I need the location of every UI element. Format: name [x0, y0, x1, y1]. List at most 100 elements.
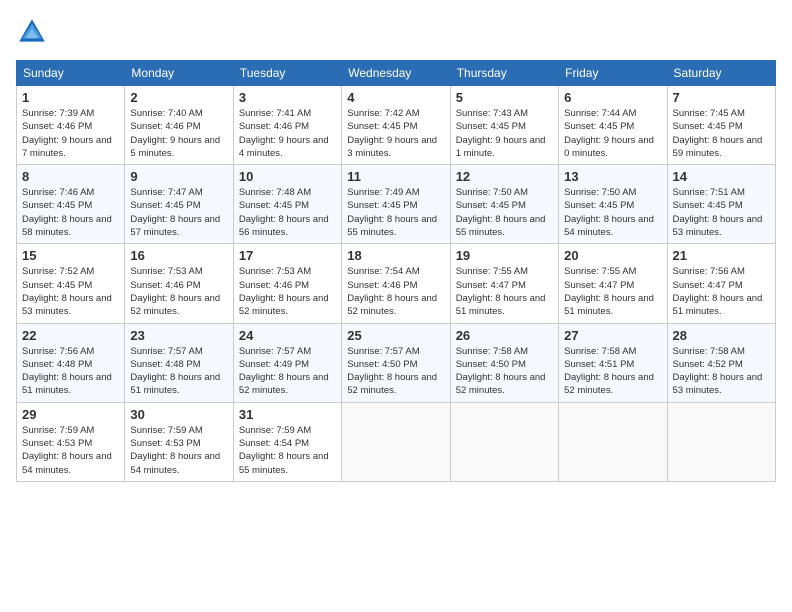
calendar-cell: 5 Sunrise: 7:43 AMSunset: 4:45 PMDayligh…: [450, 86, 558, 165]
day-info: Sunrise: 7:56 AMSunset: 4:48 PMDaylight:…: [22, 346, 112, 397]
calendar-week-2: 8 Sunrise: 7:46 AMSunset: 4:45 PMDayligh…: [17, 165, 776, 244]
calendar-header-wednesday: Wednesday: [342, 61, 450, 86]
calendar-cell: 4 Sunrise: 7:42 AMSunset: 4:45 PMDayligh…: [342, 86, 450, 165]
calendar-cell: [342, 402, 450, 481]
calendar-header-monday: Monday: [125, 61, 233, 86]
day-number: 26: [456, 328, 553, 343]
logo: [16, 16, 52, 48]
day-info: Sunrise: 7:53 AMSunset: 4:46 PMDaylight:…: [239, 266, 329, 317]
day-info: Sunrise: 7:55 AMSunset: 4:47 PMDaylight:…: [564, 266, 654, 317]
day-info: Sunrise: 7:39 AMSunset: 4:46 PMDaylight:…: [22, 108, 112, 159]
page: SundayMondayTuesdayWednesdayThursdayFrid…: [0, 0, 792, 612]
day-info: Sunrise: 7:57 AMSunset: 4:49 PMDaylight:…: [239, 346, 329, 397]
header: [16, 16, 776, 48]
day-info: Sunrise: 7:59 AMSunset: 4:54 PMDaylight:…: [239, 425, 329, 476]
day-info: Sunrise: 7:59 AMSunset: 4:53 PMDaylight:…: [130, 425, 220, 476]
calendar-cell: [559, 402, 667, 481]
day-info: Sunrise: 7:55 AMSunset: 4:47 PMDaylight:…: [456, 266, 546, 317]
calendar-cell: [450, 402, 558, 481]
calendar-cell: 30 Sunrise: 7:59 AMSunset: 4:53 PMDaylig…: [125, 402, 233, 481]
calendar-cell: 21 Sunrise: 7:56 AMSunset: 4:47 PMDaylig…: [667, 244, 775, 323]
calendar-cell: 15 Sunrise: 7:52 AMSunset: 4:45 PMDaylig…: [17, 244, 125, 323]
calendar-cell: 14 Sunrise: 7:51 AMSunset: 4:45 PMDaylig…: [667, 165, 775, 244]
calendar-cell: 13 Sunrise: 7:50 AMSunset: 4:45 PMDaylig…: [559, 165, 667, 244]
day-info: Sunrise: 7:41 AMSunset: 4:46 PMDaylight:…: [239, 108, 329, 159]
calendar-header-thursday: Thursday: [450, 61, 558, 86]
calendar-cell: 20 Sunrise: 7:55 AMSunset: 4:47 PMDaylig…: [559, 244, 667, 323]
day-number: 2: [130, 90, 227, 105]
day-info: Sunrise: 7:57 AMSunset: 4:50 PMDaylight:…: [347, 346, 437, 397]
calendar-cell: 9 Sunrise: 7:47 AMSunset: 4:45 PMDayligh…: [125, 165, 233, 244]
calendar-cell: 19 Sunrise: 7:55 AMSunset: 4:47 PMDaylig…: [450, 244, 558, 323]
calendar-cell: 31 Sunrise: 7:59 AMSunset: 4:54 PMDaylig…: [233, 402, 341, 481]
calendar-week-3: 15 Sunrise: 7:52 AMSunset: 4:45 PMDaylig…: [17, 244, 776, 323]
day-info: Sunrise: 7:51 AMSunset: 4:45 PMDaylight:…: [673, 187, 763, 238]
calendar-cell: 28 Sunrise: 7:58 AMSunset: 4:52 PMDaylig…: [667, 323, 775, 402]
calendar-cell: 10 Sunrise: 7:48 AMSunset: 4:45 PMDaylig…: [233, 165, 341, 244]
day-number: 5: [456, 90, 553, 105]
day-number: 8: [22, 169, 119, 184]
calendar-cell: 2 Sunrise: 7:40 AMSunset: 4:46 PMDayligh…: [125, 86, 233, 165]
day-info: Sunrise: 7:42 AMSunset: 4:45 PMDaylight:…: [347, 108, 437, 159]
day-info: Sunrise: 7:49 AMSunset: 4:45 PMDaylight:…: [347, 187, 437, 238]
day-info: Sunrise: 7:54 AMSunset: 4:46 PMDaylight:…: [347, 266, 437, 317]
calendar-cell: 1 Sunrise: 7:39 AMSunset: 4:46 PMDayligh…: [17, 86, 125, 165]
calendar-header-saturday: Saturday: [667, 61, 775, 86]
day-number: 27: [564, 328, 661, 343]
day-info: Sunrise: 7:52 AMSunset: 4:45 PMDaylight:…: [22, 266, 112, 317]
day-info: Sunrise: 7:58 AMSunset: 4:51 PMDaylight:…: [564, 346, 654, 397]
day-number: 24: [239, 328, 336, 343]
day-number: 19: [456, 248, 553, 263]
calendar-header-tuesday: Tuesday: [233, 61, 341, 86]
day-number: 16: [130, 248, 227, 263]
calendar-cell: 24 Sunrise: 7:57 AMSunset: 4:49 PMDaylig…: [233, 323, 341, 402]
day-number: 28: [673, 328, 770, 343]
day-info: Sunrise: 7:53 AMSunset: 4:46 PMDaylight:…: [130, 266, 220, 317]
day-info: Sunrise: 7:40 AMSunset: 4:46 PMDaylight:…: [130, 108, 220, 159]
calendar-cell: 26 Sunrise: 7:58 AMSunset: 4:50 PMDaylig…: [450, 323, 558, 402]
day-number: 12: [456, 169, 553, 184]
day-number: 3: [239, 90, 336, 105]
calendar-cell: 11 Sunrise: 7:49 AMSunset: 4:45 PMDaylig…: [342, 165, 450, 244]
day-info: Sunrise: 7:48 AMSunset: 4:45 PMDaylight:…: [239, 187, 329, 238]
calendar-cell: 22 Sunrise: 7:56 AMSunset: 4:48 PMDaylig…: [17, 323, 125, 402]
day-info: Sunrise: 7:50 AMSunset: 4:45 PMDaylight:…: [456, 187, 546, 238]
calendar-header-sunday: Sunday: [17, 61, 125, 86]
calendar-cell: 3 Sunrise: 7:41 AMSunset: 4:46 PMDayligh…: [233, 86, 341, 165]
calendar-header-friday: Friday: [559, 61, 667, 86]
day-number: 20: [564, 248, 661, 263]
calendar-cell: 17 Sunrise: 7:53 AMSunset: 4:46 PMDaylig…: [233, 244, 341, 323]
day-info: Sunrise: 7:58 AMSunset: 4:52 PMDaylight:…: [673, 346, 763, 397]
calendar-cell: 7 Sunrise: 7:45 AMSunset: 4:45 PMDayligh…: [667, 86, 775, 165]
calendar: SundayMondayTuesdayWednesdayThursdayFrid…: [16, 60, 776, 482]
day-number: 10: [239, 169, 336, 184]
day-number: 30: [130, 407, 227, 422]
day-number: 15: [22, 248, 119, 263]
calendar-cell: 16 Sunrise: 7:53 AMSunset: 4:46 PMDaylig…: [125, 244, 233, 323]
calendar-cell: 25 Sunrise: 7:57 AMSunset: 4:50 PMDaylig…: [342, 323, 450, 402]
calendar-cell: 23 Sunrise: 7:57 AMSunset: 4:48 PMDaylig…: [125, 323, 233, 402]
calendar-header-row: SundayMondayTuesdayWednesdayThursdayFrid…: [17, 61, 776, 86]
logo-icon: [16, 16, 48, 48]
day-info: Sunrise: 7:46 AMSunset: 4:45 PMDaylight:…: [22, 187, 112, 238]
day-number: 4: [347, 90, 444, 105]
day-info: Sunrise: 7:50 AMSunset: 4:45 PMDaylight:…: [564, 187, 654, 238]
calendar-cell: 6 Sunrise: 7:44 AMSunset: 4:45 PMDayligh…: [559, 86, 667, 165]
day-info: Sunrise: 7:47 AMSunset: 4:45 PMDaylight:…: [130, 187, 220, 238]
day-number: 25: [347, 328, 444, 343]
calendar-cell: 12 Sunrise: 7:50 AMSunset: 4:45 PMDaylig…: [450, 165, 558, 244]
day-number: 14: [673, 169, 770, 184]
day-info: Sunrise: 7:43 AMSunset: 4:45 PMDaylight:…: [456, 108, 546, 159]
day-number: 31: [239, 407, 336, 422]
day-number: 1: [22, 90, 119, 105]
day-number: 17: [239, 248, 336, 263]
calendar-week-1: 1 Sunrise: 7:39 AMSunset: 4:46 PMDayligh…: [17, 86, 776, 165]
day-number: 21: [673, 248, 770, 263]
day-number: 22: [22, 328, 119, 343]
calendar-week-5: 29 Sunrise: 7:59 AMSunset: 4:53 PMDaylig…: [17, 402, 776, 481]
calendar-cell: 8 Sunrise: 7:46 AMSunset: 4:45 PMDayligh…: [17, 165, 125, 244]
calendar-cell: 29 Sunrise: 7:59 AMSunset: 4:53 PMDaylig…: [17, 402, 125, 481]
day-info: Sunrise: 7:56 AMSunset: 4:47 PMDaylight:…: [673, 266, 763, 317]
day-info: Sunrise: 7:44 AMSunset: 4:45 PMDaylight:…: [564, 108, 654, 159]
day-info: Sunrise: 7:58 AMSunset: 4:50 PMDaylight:…: [456, 346, 546, 397]
